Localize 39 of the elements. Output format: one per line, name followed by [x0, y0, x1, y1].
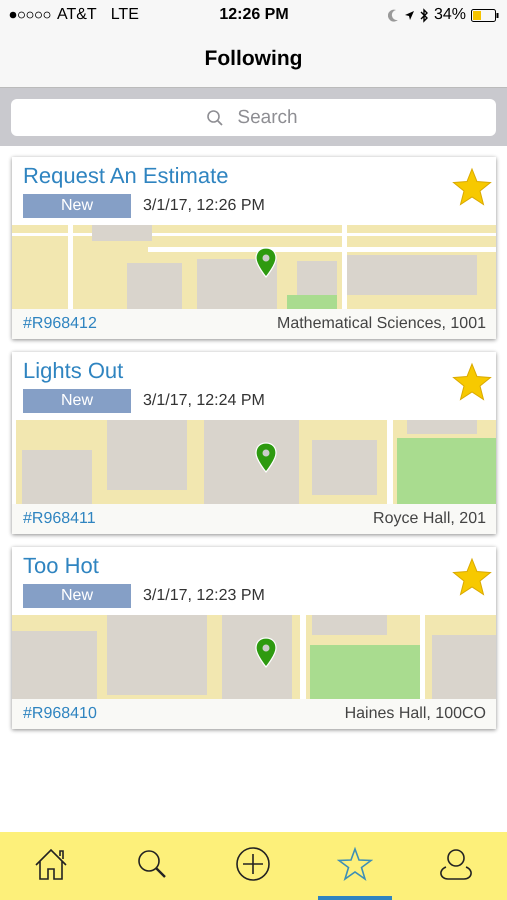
map-pin-icon: [255, 442, 277, 474]
moon-icon: [388, 8, 399, 22]
request-title: Request An Estimate: [23, 163, 230, 189]
request-number: #R968411: [23, 510, 96, 528]
star-icon[interactable]: [452, 167, 492, 207]
search-field[interactable]: Search: [11, 99, 496, 136]
page-title: Following: [204, 46, 302, 70]
request-location: Haines Hall, 100CO: [344, 705, 486, 723]
profile-icon: [438, 846, 474, 882]
location-icon: [404, 10, 415, 20]
status-badge: New: [23, 389, 131, 413]
map-pin-icon: [255, 637, 277, 669]
home-icon: [32, 846, 69, 882]
signal-icon: [9, 11, 53, 19]
network-type: LTE: [110, 6, 139, 24]
request-number: #R968410: [23, 705, 97, 723]
request-number: #R968412: [23, 315, 97, 333]
add-icon: [235, 846, 272, 882]
request-title: Lights Out: [23, 358, 124, 384]
request-location: Royce Hall, 201: [373, 510, 486, 528]
battery-percent: 34%: [434, 6, 466, 24]
request-title: Too Hot: [23, 553, 100, 579]
carrier-name: AT&T: [57, 6, 97, 24]
bluetooth-icon: [420, 8, 429, 22]
request-card[interactable]: Lights Out New 3/1/17, 12:24 PM #R968411 Royce Hall, 201: [12, 352, 496, 534]
request-card[interactable]: Too Hot New 3/1/17, 12:23 PM #R968410 Haines Hall, 100CO: [12, 547, 496, 729]
star-icon[interactable]: [452, 557, 492, 597]
request-date: 3/1/17, 12:24 PM: [143, 392, 265, 410]
request-card[interactable]: Request An Estimate New 3/1/17, 12:26 PM #R968412 Mathematical Sciences, 1001: [12, 157, 496, 339]
star-icon: [336, 846, 373, 882]
star-icon[interactable]: [452, 362, 492, 402]
status-badge: New: [23, 194, 131, 218]
request-location: Mathematical Sciences, 1001: [277, 315, 486, 333]
request-date: 3/1/17, 12:23 PM: [143, 587, 265, 605]
request-date: 3/1/17, 12:26 PM: [143, 197, 265, 215]
clock-time: 12:26 PM: [219, 6, 289, 24]
battery-icon: [471, 8, 499, 22]
status-badge: New: [23, 584, 131, 608]
map-pin-icon: [255, 247, 277, 279]
